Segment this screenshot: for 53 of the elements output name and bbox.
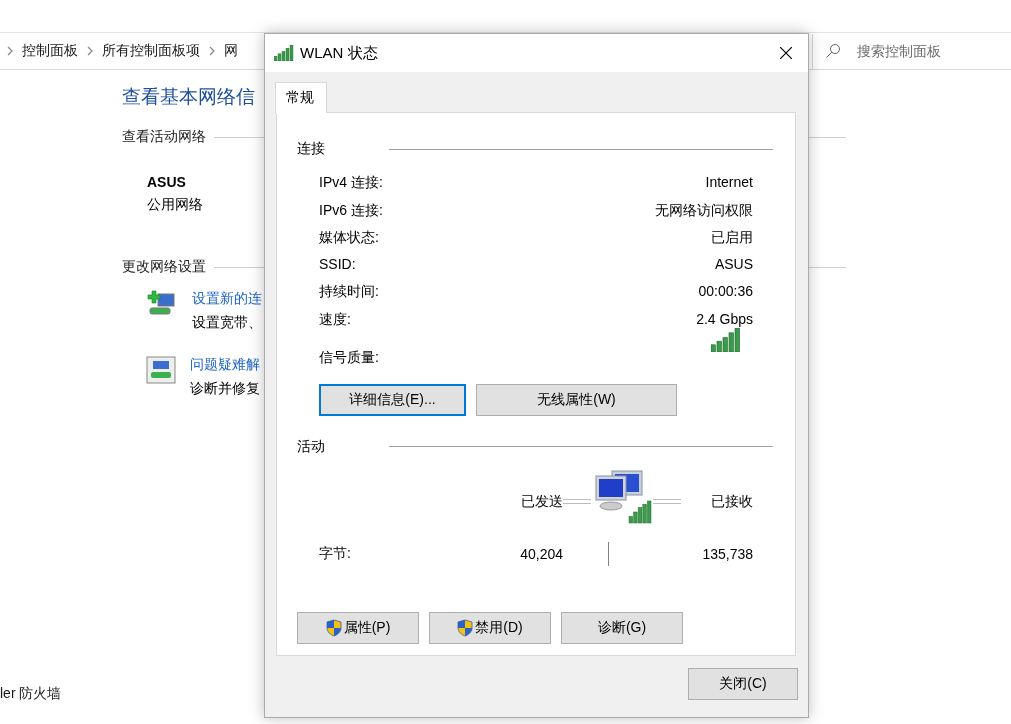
tab[interactable]: 常规 xyxy=(275,82,327,113)
task-link[interactable]: 问题疑难解 xyxy=(190,356,260,374)
signal-strength-icon xyxy=(711,327,741,352)
section-heading: 查看活动网络 xyxy=(122,128,206,146)
task-description: 诊断并修复 xyxy=(190,380,260,398)
dialog-title: WLAN 状态 xyxy=(300,43,379,63)
action-button[interactable]: 属性(P) xyxy=(297,611,419,644)
network-computers-icon xyxy=(595,469,653,524)
section-heading: 更改网络设置 xyxy=(122,258,206,276)
shield-icon xyxy=(457,618,474,637)
received-bytes: 135,738 xyxy=(702,545,753,562)
field-label: IPv6 连接: xyxy=(319,200,383,219)
close-icon xyxy=(780,47,792,59)
group-heading: 活动 xyxy=(297,437,326,456)
dialog-button[interactable]: 详细信息(E)... xyxy=(319,383,466,416)
field-label: 媒体状态: xyxy=(319,227,379,246)
field-value: 2.4 Gbps xyxy=(696,309,753,328)
chevron-icon xyxy=(208,46,216,56)
sent-label: 已发送 xyxy=(521,492,563,511)
field-value: ASUS xyxy=(714,255,753,274)
field-label: IPv4 连接: xyxy=(319,173,383,192)
field-label: SSID: xyxy=(319,255,356,274)
breadcrumb-item[interactable]: 控制面板 xyxy=(22,42,78,60)
dialog-button[interactable]: 无线属性(W) xyxy=(476,383,677,416)
field-label: 信号质量: xyxy=(319,347,379,366)
task-link[interactable]: 设置新的连 xyxy=(192,290,262,308)
search-icon xyxy=(825,43,841,59)
task-description: 设置宽带、 xyxy=(192,314,262,332)
breadcrumb-item[interactable]: 网 xyxy=(224,42,238,60)
shield-icon xyxy=(325,618,342,637)
dialog-close-button[interactable]: 关闭(C) xyxy=(688,668,798,700)
field-label: 速度: xyxy=(319,309,351,328)
search-field[interactable]: 搜索控制面板 xyxy=(855,42,979,60)
network-name: ASUS xyxy=(147,174,186,190)
action-button[interactable]: 禁用(D) xyxy=(429,611,551,644)
field-value: Internet xyxy=(705,173,753,192)
field-label: 持续时间: xyxy=(319,282,379,301)
breadcrumb-item[interactable]: 所有控制面板项 xyxy=(102,42,200,60)
page-title: 查看基本网络信 xyxy=(122,85,255,109)
group-heading: 连接 xyxy=(297,140,326,158)
network-category: 公用网络 xyxy=(147,196,203,214)
troubleshoot-icon xyxy=(146,356,176,384)
field-value: 已启用 xyxy=(711,227,753,246)
chevron-icon xyxy=(86,46,94,56)
firewall-link[interactable]: ler 防火墙 xyxy=(0,685,62,703)
action-button[interactable]: 诊断(G) xyxy=(561,611,683,644)
signal-icon xyxy=(274,45,294,61)
received-label: 已接收 xyxy=(711,492,753,511)
bytes-label: 字节: xyxy=(319,544,352,563)
field-value: 无网络访问权限 xyxy=(655,200,753,219)
field-value: 00:00:36 xyxy=(698,282,753,301)
sent-bytes: 40,204 xyxy=(520,545,563,562)
chevron-icon xyxy=(6,46,14,56)
